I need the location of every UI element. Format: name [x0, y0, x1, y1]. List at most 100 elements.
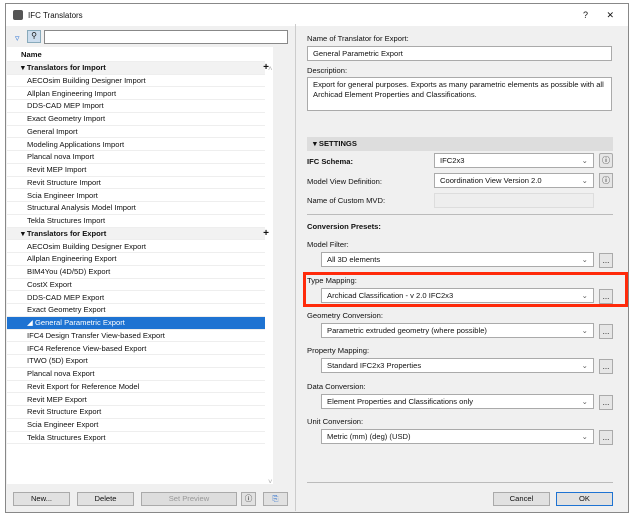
list-item[interactable]: General Import	[7, 126, 265, 139]
scroll-down-icon[interactable]: ˅	[268, 477, 272, 486]
list-item[interactable]: Plancal nova Export	[7, 368, 265, 381]
list-item-label: Revit Structure Export	[27, 407, 102, 417]
custom-mvd-label: Name of Custom MVD:	[307, 196, 386, 205]
divider	[307, 482, 613, 483]
unit-more-button[interactable]: ...	[599, 430, 613, 445]
help-button[interactable]: ?	[583, 10, 588, 20]
ok-button[interactable]: OK	[556, 492, 613, 506]
group-export[interactable]: ▾ Translators for Export +	[7, 227, 269, 241]
list-item-label: CostX Export	[27, 279, 72, 289]
settings-header[interactable]: ▾ SETTINGS	[307, 137, 613, 151]
geometry-label: Geometry Conversion:	[307, 311, 383, 320]
cancel-button[interactable]: Cancel	[493, 492, 550, 506]
schema-info-icon[interactable]: ⓘ	[599, 153, 613, 168]
list-item[interactable]: Revit Structure Export	[7, 406, 265, 419]
mvd-label: Model View Definition:	[307, 177, 382, 186]
panel-divider[interactable]	[295, 24, 296, 511]
delete-button[interactable]: Delete	[77, 492, 134, 506]
list-item[interactable]: Revit MEP Import	[7, 164, 265, 177]
list-item[interactable]: IFC4 Reference View-based Export	[7, 343, 265, 356]
info-icon[interactable]: ⓘ	[241, 492, 256, 506]
list-item[interactable]: AECOsim Building Designer Export	[7, 241, 265, 254]
list-item-label: Revit Export for Reference Model	[27, 381, 140, 391]
list-item-label: BIM4You (4D/5D) Export	[27, 267, 111, 276]
set-preview-button[interactable]: Set Preview	[141, 492, 237, 506]
add-icon[interactable]: +	[263, 228, 269, 241]
app-icon	[13, 10, 23, 20]
list-item[interactable]: Revit Structure Import	[7, 177, 265, 190]
list-item[interactable]: Structural Analysis Model Import	[7, 202, 265, 215]
model-filter-select[interactable]: All 3D elements ⌄	[321, 252, 594, 267]
list-item-label: Scia Engineer Export	[27, 420, 99, 429]
list-item-label: General Parametric Export	[34, 318, 125, 327]
list-item[interactable]: Revit Export for Reference Model	[7, 381, 265, 394]
model-filter-more-button[interactable]: ...	[599, 253, 613, 268]
mvd-value: Coordination View Version 2.0	[440, 176, 542, 185]
geometry-select[interactable]: Parametric extruded geometry (where poss…	[321, 323, 594, 338]
list-item[interactable]: Exact Geometry Export	[7, 304, 265, 317]
list-item[interactable]: Revit MEP Export	[7, 394, 265, 407]
list-item[interactable]: IFC4 Design Transfer View-based Export	[7, 330, 265, 343]
unit-select[interactable]: Metric (mm) (deg) (USD) ⌄	[321, 429, 594, 444]
close-button[interactable]: ✕	[606, 10, 614, 21]
list-item-label: Revit MEP Export	[27, 394, 87, 404]
chevron-down-icon: ⌄	[581, 176, 588, 185]
list-item[interactable]: Plancal nova Import	[7, 151, 265, 164]
list-item-label: Tekla Structures Export	[27, 432, 106, 442]
list-item[interactable]: CostX Export	[7, 279, 265, 292]
list-item[interactable]: Tekla Structures Export	[7, 432, 265, 445]
property-value: Standard IFC2x3 Properties	[327, 361, 422, 370]
search-input[interactable]	[44, 30, 288, 44]
property-select[interactable]: Standard IFC2x3 Properties ⌄	[321, 358, 594, 373]
chevron-down-icon: ⌄	[581, 361, 588, 370]
list-item[interactable]: BIM4You (4D/5D) Export	[7, 266, 265, 279]
list-item-label: Exact Geometry Export	[27, 305, 106, 315]
model-filter-label: Model Filter:	[307, 240, 349, 249]
list-item[interactable]: Scia Engineer Export	[7, 419, 265, 432]
list-item[interactable]: Allplan Engineering Import	[7, 88, 265, 101]
name-label: Name of Translator for Export:	[307, 34, 409, 43]
list-item[interactable]: Tekla Structures Import	[7, 215, 265, 228]
property-more-button[interactable]: ...	[599, 359, 613, 374]
type-mapping-highlight	[303, 272, 628, 307]
group-import[interactable]: ▾ Translators for Import +	[7, 62, 269, 75]
mvd-select[interactable]: Coordination View Version 2.0 ⌄	[434, 173, 594, 188]
list-item[interactable]: AECOsim Building Designer Import	[7, 75, 265, 88]
ifc-schema-value: IFC2x3	[440, 156, 465, 165]
data-more-button[interactable]: ...	[599, 395, 613, 410]
list-item[interactable]: DDS-CAD MEP Export	[7, 292, 265, 305]
list-item[interactable]: Scia Engineer Import	[7, 190, 265, 203]
list-item[interactable]: ITWO (5D) Export	[7, 355, 265, 368]
list-item[interactable]: ◢ General Parametric Export	[7, 317, 265, 330]
window-title: IFC Translators	[28, 10, 83, 20]
scroll-up-icon[interactable]: ˄	[268, 64, 272, 73]
column-header-name[interactable]: Name	[7, 49, 265, 62]
name-field[interactable]: General Parametric Export	[307, 46, 612, 61]
list-item-label: ITWO (5D) Export	[27, 356, 88, 366]
chevron-down-icon: ⌄	[581, 432, 588, 441]
unit-value: Metric (mm) (deg) (USD)	[327, 432, 411, 441]
group-label: Translators for Export	[26, 228, 107, 238]
chevron-down-icon: ⌄	[581, 255, 588, 264]
ifc-schema-label: IFC Schema:	[307, 157, 353, 166]
list-item[interactable]: DDS-CAD MEP Import	[7, 100, 265, 113]
geometry-more-button[interactable]: ...	[599, 324, 613, 339]
new-button[interactable]: New...	[13, 492, 70, 506]
search-icon[interactable]: ⚲	[27, 30, 41, 43]
translator-icon: ◢	[27, 318, 35, 327]
mvd-info-icon[interactable]: ⓘ	[599, 173, 613, 188]
list-item[interactable]: Modeling Applications Import	[7, 139, 265, 152]
ifc-schema-select[interactable]: IFC2x3 ⌄	[434, 153, 594, 168]
data-select[interactable]: Element Properties and Classifications o…	[321, 394, 594, 409]
list-item[interactable]: Exact Geometry Import	[7, 113, 265, 126]
description-field[interactable]: Export for general purposes. Exports as …	[307, 77, 612, 111]
list-item-label: DDS-CAD MEP Export	[27, 292, 105, 302]
list-item-label: IFC4 Reference View-based Export	[27, 343, 147, 353]
divider	[307, 214, 613, 215]
description-label: Description:	[307, 66, 348, 75]
settings-label: SETTINGS	[318, 139, 357, 148]
filter-icon[interactable]: ▿	[15, 33, 20, 44]
data-value: Element Properties and Classifications o…	[327, 397, 474, 406]
import-file-icon[interactable]: ⎘	[263, 492, 288, 506]
list-item[interactable]: Allplan Engineering Export	[7, 253, 265, 266]
